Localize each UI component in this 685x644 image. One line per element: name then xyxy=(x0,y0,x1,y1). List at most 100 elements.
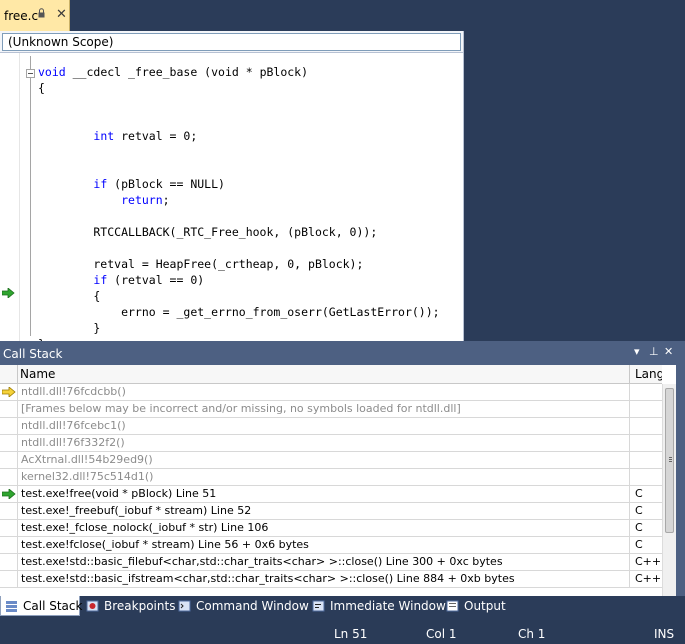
tab-command-window[interactable]: Command Window xyxy=(174,596,309,616)
outlining-line xyxy=(30,56,31,336)
code-keyword: if xyxy=(93,177,108,191)
tab-output[interactable]: Output xyxy=(442,596,512,616)
code-line: return; xyxy=(38,192,440,208)
code-line: errno = _get_errno_from_oserr(GetLastErr… xyxy=(38,304,440,320)
code-line: retval = HeapFree(_crtheap, 0, pBlock); xyxy=(38,256,440,272)
breakpoints-icon xyxy=(86,600,99,612)
tab-immediate-window[interactable]: Immediate Window xyxy=(308,596,446,616)
frame-language: C xyxy=(629,537,662,553)
call-stack-row[interactable]: test.exe!free(void * pBlock) Line 51 C xyxy=(0,486,662,503)
frame-language xyxy=(629,418,662,434)
code-keyword: if xyxy=(93,273,108,287)
frame-language: C++ xyxy=(629,571,662,587)
frame-name: test.exe!fclose(_iobuf * stream) Line 56… xyxy=(21,538,309,551)
frame-name: ntdll.dll!76fcebc1() xyxy=(21,419,126,432)
row-marker-cell xyxy=(0,554,18,570)
row-marker-cell xyxy=(0,435,18,451)
tab-label: Command Window xyxy=(196,599,309,613)
call-stack-row[interactable]: test.exe!fclose(_iobuf * stream) Line 56… xyxy=(0,537,662,554)
call-stack-title-bar: Call Stack ▾ ⊥ ✕ xyxy=(0,341,685,365)
pin-icon[interactable]: ⊥ xyxy=(649,345,659,358)
document-tab-free-c[interactable]: free.c ✕ xyxy=(0,0,70,31)
frame-language xyxy=(629,384,662,400)
row-marker-cell xyxy=(0,401,18,417)
call-stack-row[interactable]: [Frames below may be incorrect and/or mi… xyxy=(0,401,662,418)
call-stack-row[interactable]: ntdll.dll!76fcebc1() xyxy=(0,418,662,435)
frame-name: [Frames below may be incorrect and/or mi… xyxy=(21,402,461,415)
close-window-icon[interactable]: ✕ xyxy=(664,345,673,358)
call-stack-row[interactable]: ntdll.dll!76f332f2() xyxy=(0,435,662,452)
margin-divider xyxy=(19,53,20,341)
source-code[interactable]: void __cdecl _free_base (void * pBlock){… xyxy=(38,64,440,352)
call-stack-row[interactable]: kernel32.dll!75c514d1() xyxy=(0,469,662,486)
row-marker-cell xyxy=(0,503,18,519)
frame-name: test.exe!std::basic_filebuf<char,std::ch… xyxy=(21,555,503,568)
scrollbar-thumb[interactable] xyxy=(665,388,674,533)
frame-language xyxy=(629,401,662,417)
tab-breakpoints[interactable]: Breakpoints xyxy=(82,596,175,616)
column-divider xyxy=(17,365,18,383)
frame-language: C xyxy=(629,486,662,502)
column-header-name[interactable]: Name xyxy=(20,367,55,381)
call-stack-row[interactable]: test.exe!_freebuf(_iobuf * stream) Line … xyxy=(0,503,662,520)
frame-language: C xyxy=(629,520,662,536)
frame-language: C++ xyxy=(629,554,662,570)
tab-call-stack[interactable]: Call Stack xyxy=(0,596,83,616)
code-text: RTCCALLBACK(_RTC_Free_hook, (pBlock, 0))… xyxy=(38,225,378,239)
code-line: RTCCALLBACK(_RTC_Free_hook, (pBlock, 0))… xyxy=(38,224,440,240)
code-line: { xyxy=(38,288,440,304)
code-line: if (retval == 0) xyxy=(38,272,440,288)
current-frame-arrow-icon xyxy=(2,489,16,499)
code-keyword: return xyxy=(121,193,163,207)
code-line: } xyxy=(38,320,440,336)
scope-dropdown[interactable]: (Unknown Scope) xyxy=(2,33,461,51)
vertical-scrollbar[interactable] xyxy=(662,384,676,596)
frame-name: test.exe!std::basic_ifstream<char,std::c… xyxy=(21,572,515,585)
next-statement-arrow-icon xyxy=(2,387,16,397)
row-marker-cell xyxy=(0,537,18,553)
status-char: Ch 1 xyxy=(518,627,546,641)
close-tab-icon[interactable]: ✕ xyxy=(56,7,67,22)
code-line: if (pBlock == NULL) xyxy=(38,176,440,192)
frame-name: test.exe!_freebuf(_iobuf * stream) Line … xyxy=(21,504,252,517)
code-text: errno = _get_errno_from_oserr(GetLastErr… xyxy=(38,305,440,319)
call-stack-row[interactable]: test.exe!std::basic_filebuf<char,std::ch… xyxy=(0,554,662,571)
frame-name: ntdll.dll!76fcdcbb() xyxy=(21,385,126,398)
call-stack-row[interactable]: test.exe!std::basic_ifstream<char,std::c… xyxy=(0,571,662,588)
column-header-lang[interactable]: Lang xyxy=(629,365,662,383)
window-position-dropdown-icon[interactable]: ▾ xyxy=(634,345,640,358)
current-statement-arrow-icon xyxy=(2,288,15,298)
row-marker-cell xyxy=(0,571,18,587)
row-marker-cell xyxy=(0,384,18,400)
frame-language xyxy=(629,435,662,451)
collapse-outline-icon[interactable] xyxy=(26,69,35,78)
code-keyword: int xyxy=(93,129,115,143)
frame-language: C xyxy=(629,503,662,519)
code-text: ; xyxy=(162,193,170,207)
code-text: { xyxy=(38,289,101,303)
call-stack-row[interactable]: ntdll.dll!76fcdcbb() xyxy=(0,384,662,401)
empty-dock-area xyxy=(464,0,685,341)
row-marker-cell xyxy=(0,418,18,434)
code-text: } xyxy=(38,321,101,335)
tab-label: Call Stack xyxy=(23,599,83,613)
call-stack-row[interactable]: test.exe!_fclose_nolock(_iobuf * str) Li… xyxy=(0,520,662,537)
call-stack-row[interactable]: AcXtrnal.dll!54b29ed9() xyxy=(0,452,662,469)
frame-name: kernel32.dll!75c514d1() xyxy=(21,470,154,483)
navigation-bar: (Unknown Scope) xyxy=(0,31,463,53)
row-marker-cell xyxy=(0,486,18,502)
code-text: (retval == 0) xyxy=(107,273,205,287)
code-keyword: void xyxy=(38,65,66,79)
tab-label: Output xyxy=(464,599,506,613)
code-line: int retval = 0; xyxy=(38,128,440,144)
call-stack-rows: ntdll.dll!76fcdcbb() [Frames below may be… xyxy=(0,384,662,588)
frame-name: test.exe!_fclose_nolock(_iobuf * str) Li… xyxy=(21,521,269,534)
